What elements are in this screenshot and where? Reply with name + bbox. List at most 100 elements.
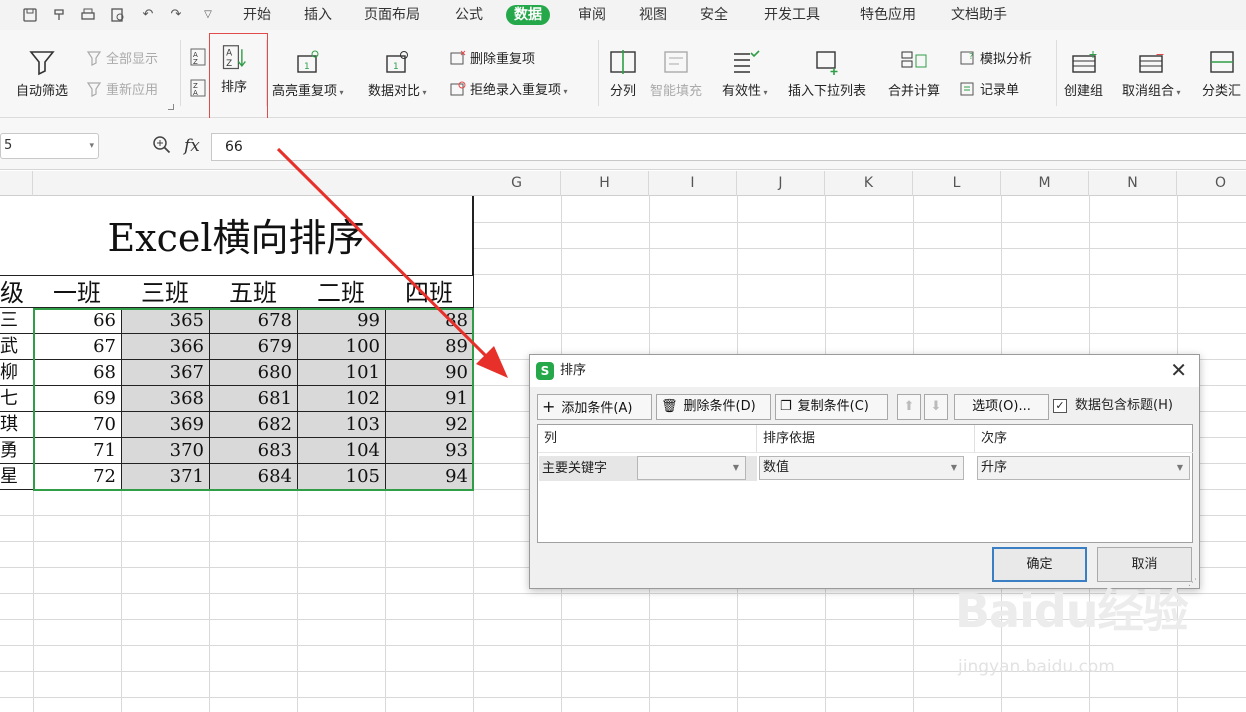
dialog-launcher-icon[interactable] xyxy=(168,104,174,110)
column-header-k[interactable]: K xyxy=(825,171,913,196)
close-icon[interactable]: ✕ xyxy=(1170,358,1187,382)
ribbon: 自动筛选 全部显示 重新应用 AZ ZA AZ 排序 1 高亮重复项 ▾ 1 数… xyxy=(0,30,1246,118)
order-select[interactable]: 升序 ▼ xyxy=(977,456,1190,480)
auto-filter-label: 自动筛选 xyxy=(16,84,69,99)
tab-page-layout[interactable]: 页面布局 xyxy=(364,5,420,25)
tab-formula[interactable]: 公式 xyxy=(455,5,483,25)
insert-dropdown-list-button[interactable]: 插入下拉列表 xyxy=(788,48,866,99)
print-preview-icon[interactable] xyxy=(110,7,126,23)
zoom-formula-icon[interactable] xyxy=(152,135,172,159)
column-header-j[interactable]: J xyxy=(737,171,825,196)
auto-filter-button[interactable]: 自动筛选 xyxy=(16,48,68,99)
subtotal-icon xyxy=(1209,51,1234,73)
sheet-title[interactable]: Excel横向排序 xyxy=(0,196,473,276)
class-header-5[interactable]: 四班 xyxy=(385,276,474,308)
create-group-label: 创建组 xyxy=(1064,84,1104,99)
tab-developer[interactable]: 开发工具 xyxy=(764,5,820,25)
formula-input[interactable]: 66 xyxy=(211,133,1246,161)
row-label[interactable]: 勇 xyxy=(0,438,33,463)
split-column-button[interactable]: 分列 xyxy=(608,48,638,99)
column-header-n[interactable]: N xyxy=(1089,171,1177,196)
column-header-l[interactable]: L xyxy=(913,171,1001,196)
merge-calc-button[interactable]: 合并计算 xyxy=(888,48,940,99)
validity-button[interactable]: 有效性 ▾ xyxy=(722,48,768,99)
merge-calc-label: 合并计算 xyxy=(888,84,941,99)
save-icon[interactable] xyxy=(22,7,38,23)
row-label[interactable]: 三 xyxy=(0,308,33,333)
what-if-analysis-button[interactable]: ? 模拟分析 xyxy=(960,50,1032,70)
row-label[interactable]: 柳 xyxy=(0,360,33,385)
subtotal-button[interactable]: 分类汇 xyxy=(1202,48,1241,99)
record-sheet-button[interactable]: 记录单 xyxy=(960,81,1019,101)
reject-duplicates-button[interactable]: 拒绝录入重复项 ▾ xyxy=(450,81,568,101)
column-header-i[interactable]: I xyxy=(649,171,737,196)
column-header-m[interactable]: M xyxy=(1001,171,1089,196)
class-header-3[interactable]: 五班 xyxy=(209,276,298,308)
column-header-h[interactable]: H xyxy=(561,171,649,196)
tab-data[interactable]: 数据 xyxy=(506,5,550,25)
filter-icon xyxy=(29,51,55,76)
data-compare-icon: 1 xyxy=(386,51,409,73)
reject-duplicates-label: 拒绝录入重复项 xyxy=(470,83,562,98)
menu-tab-bar: ↶ ↷ ▽ 开始 插入 页面布局 公式 数据 审阅 视图 安全 开发工具 特色应… xyxy=(0,0,1246,30)
move-up-button[interactable]: ⬆ xyxy=(897,394,921,420)
delete-duplicates-button[interactable]: 删除重复项 xyxy=(450,50,535,70)
basis-select[interactable]: 数值 ▼ xyxy=(759,456,964,480)
copy-condition-button[interactable]: ❐ 复制条件(C) xyxy=(775,394,888,420)
column-header-basis: 排序依据 xyxy=(757,425,975,453)
undo-icon[interactable]: ↶ xyxy=(140,7,156,23)
split-column-label: 分列 xyxy=(609,84,636,99)
class-header-4[interactable]: 二班 xyxy=(297,276,386,308)
class-header-1[interactable]: 一班 xyxy=(33,276,122,308)
has-header-checkbox[interactable]: ✓ xyxy=(1053,399,1067,413)
sort-ascending-button[interactable]: AZ xyxy=(190,48,210,68)
svg-text:A: A xyxy=(193,89,198,97)
column-headers: B C D E F G H I J K L M N O xyxy=(0,171,1246,226)
tab-special-apps[interactable]: 特色应用 xyxy=(860,5,916,25)
arrow-up-icon: ⬆ xyxy=(903,399,915,414)
data-compare-button[interactable]: 1 数据对比 ▾ xyxy=(368,48,427,99)
smart-fill-button[interactable]: 智能填充 xyxy=(650,48,702,99)
tab-review[interactable]: 审阅 xyxy=(578,5,606,25)
show-all-label: 全部显示 xyxy=(106,52,159,67)
column-select[interactable]: ▼ xyxy=(637,456,746,480)
chevron-down-icon[interactable]: ▽ xyxy=(200,7,216,23)
dialog-title-bar: S 排序 ✕ xyxy=(530,355,1199,387)
tab-view[interactable]: 视图 xyxy=(639,5,667,25)
options-button[interactable]: 选项(O)... xyxy=(954,394,1049,420)
chevron-down-icon: ▼ xyxy=(732,463,739,472)
format-painter-icon[interactable] xyxy=(52,7,68,23)
tab-insert[interactable]: 插入 xyxy=(304,5,332,25)
column-header-g[interactable]: G xyxy=(473,171,561,196)
row-label[interactable]: 武 xyxy=(0,334,33,359)
add-condition-button[interactable]: + 添加条件(A) xyxy=(537,394,652,420)
column-header-a[interactable] xyxy=(0,171,33,196)
tab-doc-assistant[interactable]: 文档助手 xyxy=(951,5,1007,25)
delete-duplicates-icon xyxy=(450,50,466,66)
delete-condition-button[interactable]: 🗑 删除条件(D) xyxy=(656,394,771,420)
tab-security[interactable]: 安全 xyxy=(700,5,728,25)
sort-conditions-table: 列 排序依据 次序 主要关键字 ▼ 数值 ▼ 升序 ▼ xyxy=(537,424,1193,543)
subtotal-label: 分类汇 xyxy=(1202,84,1242,99)
reapply-button[interactable]: 重新应用 xyxy=(86,81,158,101)
name-box[interactable]: 5 ▾ xyxy=(0,133,99,159)
move-down-button[interactable]: ⬇ xyxy=(924,394,948,420)
class-header-2[interactable]: 三班 xyxy=(121,276,210,308)
class-header-label[interactable]: 级 xyxy=(0,276,34,308)
tab-start[interactable]: 开始 xyxy=(243,5,271,25)
create-group-button[interactable]: 创建组 xyxy=(1064,48,1103,99)
watermark-logo: Baidu经验 xyxy=(955,584,1189,638)
ungroup-button[interactable]: 取消组合 ▾ xyxy=(1122,48,1181,99)
redo-icon[interactable]: ↷ xyxy=(168,7,184,23)
fx-button[interactable]: fx xyxy=(184,136,200,156)
resize-grip-icon[interactable]: ⋰ xyxy=(1188,578,1197,588)
data-compare-label: 数据对比 xyxy=(368,84,421,99)
column-header-o[interactable]: O xyxy=(1177,171,1246,196)
row-label[interactable]: 七 xyxy=(0,386,33,411)
highlight-duplicates-button[interactable]: 1 高亮重复项 ▾ xyxy=(272,48,344,99)
print-icon[interactable] xyxy=(80,7,96,23)
sort-descending-button[interactable]: ZA xyxy=(190,79,210,99)
show-all-button[interactable]: 全部显示 xyxy=(86,50,158,70)
row-label[interactable]: 星 xyxy=(0,464,33,489)
row-label[interactable]: 琪 xyxy=(0,412,33,437)
